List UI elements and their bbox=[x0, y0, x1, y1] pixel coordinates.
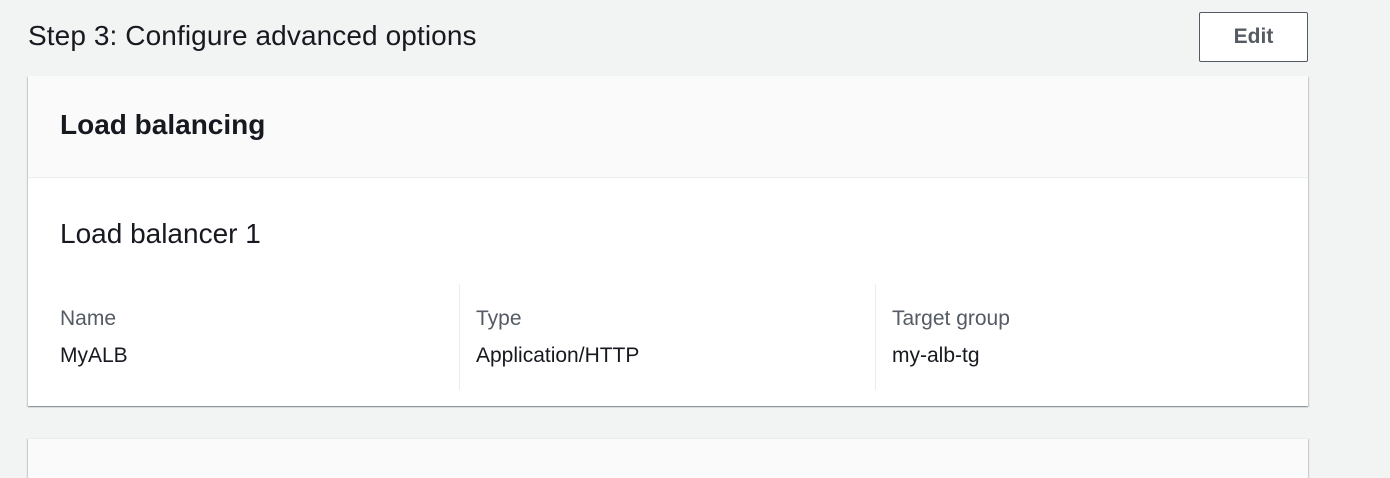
field-type-value: Application/HTTP bbox=[476, 344, 640, 367]
field-name-label: Name bbox=[60, 307, 117, 330]
field-name: Name MyALB bbox=[28, 284, 459, 390]
field-target-group: Target group my-alb-tg bbox=[875, 284, 1308, 390]
field-target-group-value: my-alb-tg bbox=[892, 344, 980, 367]
step-header: Step 3: Configure advanced options Edit bbox=[28, 12, 1308, 62]
card-header: Load balancing bbox=[28, 76, 1308, 178]
card-title: Load balancing bbox=[60, 109, 266, 140]
field-target-group-label: Target group bbox=[892, 307, 1010, 330]
edit-button[interactable]: Edit bbox=[1199, 12, 1308, 62]
step-title: Step 3: Configure advanced options bbox=[28, 20, 477, 51]
next-card bbox=[28, 438, 1308, 478]
field-name-value: MyALB bbox=[60, 344, 128, 367]
section-title: Load balancer 1 bbox=[60, 218, 261, 249]
field-type: Type Application/HTTP bbox=[459, 284, 875, 390]
field-type-label: Type bbox=[476, 307, 522, 330]
load-balancing-card: Load balancing Load balancer 1 Name MyAL… bbox=[28, 76, 1308, 406]
